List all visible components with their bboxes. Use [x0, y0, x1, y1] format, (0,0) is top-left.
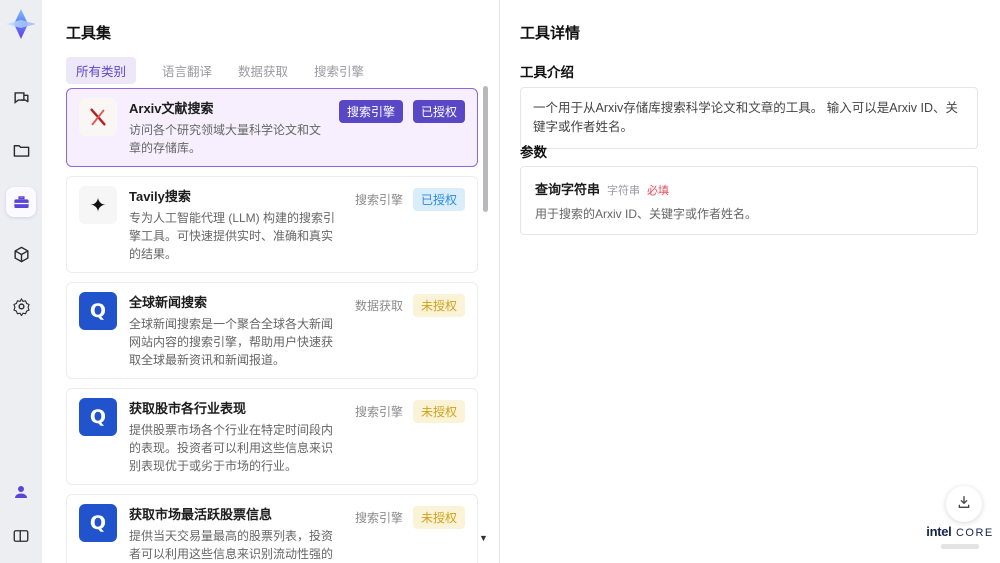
tool-name: 获取股市各行业表现	[129, 401, 247, 416]
gear-icon	[12, 297, 31, 316]
brand-core-text: CORE	[955, 527, 994, 539]
panel-icon	[12, 527, 30, 545]
tool-list: Arxiv文献搜索 访问各个研究领域大量科学论文和文章的存储库。 搜索引擎 已授…	[66, 88, 478, 563]
app-logo-icon	[4, 7, 38, 41]
download-icon	[956, 494, 972, 515]
brand-underline-bar	[941, 544, 979, 549]
auth-badge: 已授权	[412, 188, 465, 211]
tab-data-acquisition[interactable]: 数据获取	[238, 57, 288, 84]
tool-desc: 提供当天交易量最高的股票列表，投资者可以利用这些信息来识别流动性强的股票和潜在的…	[129, 529, 334, 561]
cube-icon	[12, 245, 31, 264]
tool-name: Tavily搜索	[129, 189, 191, 204]
tool-desc: 访问各个研究领域大量科学论文和文章的存储库。	[129, 123, 322, 155]
folder-icon	[12, 141, 31, 160]
tab-language-translation[interactable]: 语言翻译	[162, 57, 212, 84]
param-card: 查询字符串 字符串 必填 用于搜索的Arxiv ID、关键字或作者姓名。	[520, 166, 978, 235]
nav-settings-button[interactable]	[6, 291, 36, 321]
collapse-panel-button[interactable]	[6, 521, 36, 551]
q-news-icon: Q	[79, 292, 117, 330]
tab-all-categories[interactable]: 所有类别	[66, 57, 137, 84]
tool-detail-panel: 工具详情 工具介绍 一个用于从Arxiv存储库搜索科学论文和文章的工具。 输入可…	[500, 0, 1000, 563]
tool-name: Arxiv文献搜索	[129, 101, 214, 116]
tool-card-tavily[interactable]: ✦ Tavily搜索 专为人工智能代理 (LLM) 构建的搜索引擎工具。可快速提…	[66, 176, 478, 273]
tool-desc: 全球新闻搜索是一个聚合全球各大新闻网站内容的搜索引擎，帮助用户快速获取全球最新资…	[129, 317, 334, 367]
q-news-icon: Q	[79, 504, 117, 542]
tool-card-global-news[interactable]: Q 全球新闻搜索 全球新闻搜索是一个聚合全球各大新闻网站内容的搜索引擎，帮助用户…	[66, 282, 478, 379]
intro-heading: 工具介绍	[520, 65, 574, 80]
user-icon	[12, 483, 30, 501]
tool-desc: 提供股票市场各个行业在特定时间段内的表现。投资者可以利用这些信息来识别表现优于或…	[129, 423, 334, 473]
user-profile-button[interactable]	[6, 477, 36, 507]
params-heading: 参数	[520, 145, 547, 160]
param-name: 查询字符串	[535, 182, 601, 197]
arxiv-icon	[79, 98, 117, 136]
detail-title: 工具详情	[520, 25, 581, 42]
intro-text-box: 一个用于从Arxiv存储库搜索科学论文和文章的工具。 输入可以是Arxiv ID…	[520, 87, 978, 149]
category-badge: 搜索引擎	[338, 100, 403, 123]
category-label: 搜索引擎	[354, 193, 403, 207]
tab-search-engine[interactable]: 搜索引擎	[314, 57, 364, 84]
star-icon: ✦	[79, 186, 117, 224]
tool-card-active-stocks[interactable]: Q 获取市场最活跃股票信息 提供当天交易量最高的股票列表，投资者可以利用这些信息…	[66, 494, 478, 563]
tool-name: 全球新闻搜索	[129, 295, 208, 310]
auth-badge: 未授权	[412, 294, 465, 317]
page-title: 工具集	[66, 25, 112, 42]
list-scrollbar-thumb[interactable]	[483, 86, 488, 212]
tool-card-sector-performance[interactable]: Q 获取股市各行业表现 提供股票市场各个行业在特定时间段内的表现。投资者可以利用…	[66, 388, 478, 485]
category-tabs: 所有类别 语言翻译 数据获取 搜索引擎	[66, 57, 364, 84]
scroll-down-arrow-icon[interactable]: ▼	[479, 533, 488, 543]
auth-badge: 未授权	[412, 400, 465, 423]
tool-card-arxiv[interactable]: Arxiv文献搜索 访问各个研究领域大量科学论文和文章的存储库。 搜索引擎 已授…	[66, 88, 478, 167]
toolset-panel: 工具集 所有类别 语言翻译 数据获取 搜索引擎 Arxiv文献搜索 访问各个研究…	[42, 0, 499, 563]
toolbox-icon	[12, 193, 31, 212]
left-rail	[0, 0, 42, 563]
auth-badge: 未授权	[412, 506, 465, 529]
category-label: 搜索引擎	[354, 405, 403, 419]
category-label: 搜索引擎	[354, 511, 403, 525]
param-type: 字符串	[607, 185, 641, 197]
brand-intel-text: intel	[926, 524, 952, 539]
auth-badge: 已授权	[412, 100, 465, 123]
nav-toolbox-button[interactable]	[6, 187, 36, 217]
chat-icon	[12, 89, 31, 108]
download-button[interactable]	[946, 486, 982, 522]
param-desc: 用于搜索的Arxiv ID、关键字或作者姓名。	[535, 207, 758, 221]
category-label: 数据获取	[354, 299, 403, 313]
intel-core-logo: intel CORE	[924, 523, 996, 549]
nav-models-button[interactable]	[6, 239, 36, 269]
nav-chat-button[interactable]	[6, 83, 36, 113]
tool-desc: 专为人工智能代理 (LLM) 构建的搜索引擎工具。可快速提供实时、准确和真实的结…	[129, 211, 336, 261]
tool-name: 获取市场最活跃股票信息	[129, 507, 273, 522]
param-required-flag: 必填	[647, 185, 670, 197]
nav-files-button[interactable]	[6, 135, 36, 165]
q-news-icon: Q	[79, 398, 117, 436]
